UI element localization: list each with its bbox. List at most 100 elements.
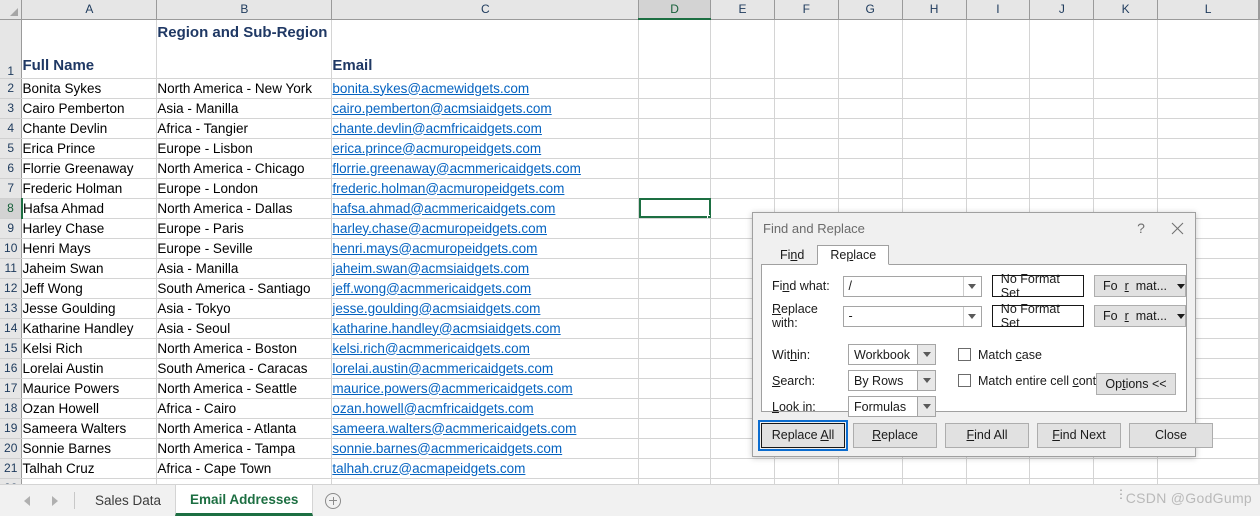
cell-J7[interactable] bbox=[1029, 178, 1095, 199]
cell-C16[interactable]: lorelai.austin@acmmericaidgets.com bbox=[331, 358, 640, 379]
cell-D10[interactable] bbox=[638, 238, 712, 259]
cell-G6[interactable] bbox=[838, 158, 903, 179]
cell-D20[interactable] bbox=[638, 438, 712, 459]
cell-F5[interactable] bbox=[774, 138, 839, 159]
cell-A15[interactable]: Kelsi Rich bbox=[21, 338, 158, 359]
cell-D1[interactable] bbox=[638, 19, 712, 79]
triangle-right-icon[interactable] bbox=[52, 495, 58, 506]
email-link[interactable]: frederic.holman@acmuropeidgets.com bbox=[332, 181, 564, 196]
cell-B18[interactable]: Africa - Cairo bbox=[156, 398, 333, 419]
email-link[interactable]: harley.chase@acmuropeidgets.com bbox=[332, 221, 547, 236]
row-header-10[interactable]: 10 bbox=[0, 238, 23, 259]
cell-C13[interactable]: jesse.goulding@acmsiaidgets.com bbox=[331, 298, 640, 319]
cell-E7[interactable] bbox=[710, 178, 775, 199]
cell-K6[interactable] bbox=[1093, 158, 1159, 179]
cell-B7[interactable]: Europe - London bbox=[156, 178, 333, 199]
options-button[interactable]: Options << bbox=[1096, 373, 1176, 395]
cell-L6[interactable] bbox=[1157, 158, 1259, 179]
cell-D7[interactable] bbox=[638, 178, 712, 199]
cell-A20[interactable]: Sonnie Barnes bbox=[21, 438, 158, 459]
row-header-11[interactable]: 11 bbox=[0, 258, 23, 279]
cell-A2[interactable]: Bonita Sykes bbox=[21, 78, 158, 99]
cell-B17[interactable]: North America - Seattle bbox=[156, 378, 333, 399]
email-link[interactable]: sonnie.barnes@acmmericaidgets.com bbox=[332, 441, 562, 456]
cell-A8[interactable]: Hafsa Ahmad bbox=[21, 198, 158, 219]
email-link[interactable]: talhah.cruz@acmapeidgets.com bbox=[332, 461, 525, 476]
cell-D12[interactable] bbox=[638, 278, 712, 299]
cell-C5[interactable]: erica.prince@acmuropeidgets.com bbox=[331, 138, 640, 159]
column-header-c[interactable]: C bbox=[331, 0, 640, 20]
row-header-3[interactable]: 3 bbox=[0, 98, 23, 119]
row-header-12[interactable]: 12 bbox=[0, 278, 23, 299]
cell-D13[interactable] bbox=[638, 298, 712, 319]
email-link[interactable]: henri.mays@acmuropeidgets.com bbox=[332, 241, 537, 256]
find-all-button[interactable]: Find All bbox=[945, 422, 1029, 448]
email-link[interactable]: hafsa.ahmad@acmmericaidgets.com bbox=[332, 201, 555, 216]
find-next-button[interactable]: Find Next bbox=[1037, 422, 1121, 448]
email-link[interactable]: jesse.goulding@acmsiaidgets.com bbox=[332, 301, 540, 316]
chevron-down-icon[interactable] bbox=[962, 306, 981, 326]
row-header-14[interactable]: 14 bbox=[0, 318, 23, 339]
cell-B19[interactable]: North America - Atlanta bbox=[156, 418, 333, 439]
chevron-down-icon[interactable] bbox=[917, 345, 935, 364]
cell-K1[interactable] bbox=[1093, 19, 1159, 79]
column-header-e[interactable]: E bbox=[710, 0, 775, 20]
cell-C21[interactable]: talhah.cruz@acmapeidgets.com bbox=[331, 458, 640, 479]
replace-all-button[interactable]: Replace All bbox=[758, 419, 848, 451]
cell-B6[interactable]: North America - Chicago bbox=[156, 158, 333, 179]
column-header-i[interactable]: I bbox=[966, 0, 1031, 20]
close-button[interactable]: Close bbox=[1129, 422, 1213, 448]
cell-E3[interactable] bbox=[710, 98, 775, 119]
cell-C15[interactable]: kelsi.rich@acmmericaidgets.com bbox=[331, 338, 640, 359]
cell-D16[interactable] bbox=[638, 358, 712, 379]
cell-B2[interactable]: North America - New York bbox=[156, 78, 333, 99]
cell-A16[interactable]: Lorelai Austin bbox=[21, 358, 158, 379]
row-header-20[interactable]: 20 bbox=[0, 438, 23, 459]
format-button-find[interactable]: Fo r mat... bbox=[1094, 275, 1186, 297]
row-header-21[interactable]: 21 bbox=[0, 458, 23, 479]
cell-D8[interactable] bbox=[638, 198, 712, 219]
row-header-5[interactable]: 5 bbox=[0, 138, 23, 159]
fill-handle[interactable] bbox=[707, 214, 710, 217]
cell-A11[interactable]: Jaheim Swan bbox=[21, 258, 158, 279]
row-header-6[interactable]: 6 bbox=[0, 158, 23, 179]
cell-G1[interactable] bbox=[838, 19, 903, 79]
cell-F3[interactable] bbox=[774, 98, 839, 119]
cell-C6[interactable]: florrie.greenaway@acmmericaidgets.com bbox=[331, 158, 640, 179]
cell-L5[interactable] bbox=[1157, 138, 1259, 159]
cell-C8[interactable]: hafsa.ahmad@acmmericaidgets.com bbox=[331, 198, 640, 219]
cell-C4[interactable]: chante.devlin@acmfricaidgets.com bbox=[331, 118, 640, 139]
cell-J3[interactable] bbox=[1029, 98, 1095, 119]
row-header-7[interactable]: 7 bbox=[0, 178, 23, 199]
row-header-2[interactable]: 2 bbox=[0, 78, 23, 99]
cell-G7[interactable] bbox=[838, 178, 903, 199]
dialog-title-bar[interactable]: Find and Replace ? bbox=[753, 213, 1195, 243]
cell-F21[interactable] bbox=[774, 458, 839, 479]
cell-J21[interactable] bbox=[1029, 458, 1095, 479]
cell-A17[interactable]: Maurice Powers bbox=[21, 378, 158, 399]
column-header-l[interactable]: L bbox=[1157, 0, 1259, 20]
cell-I4[interactable] bbox=[966, 118, 1031, 139]
cell-B15[interactable]: North America - Boston bbox=[156, 338, 333, 359]
cell-I6[interactable] bbox=[966, 158, 1031, 179]
cell-C12[interactable]: jeff.wong@acmmericaidgets.com bbox=[331, 278, 640, 299]
row-header-8[interactable]: 8 bbox=[0, 198, 23, 219]
add-sheet-button[interactable] bbox=[313, 485, 353, 516]
cell-L1[interactable] bbox=[1157, 19, 1259, 79]
replace-with-input[interactable]: - bbox=[842, 305, 982, 327]
cell-D14[interactable] bbox=[638, 318, 712, 339]
row-header-9[interactable]: 9 bbox=[0, 218, 23, 239]
cell-B12[interactable]: South America - Santiago bbox=[156, 278, 333, 299]
row-header-16[interactable]: 16 bbox=[0, 358, 23, 379]
cell-B20[interactable]: North America - Tampa bbox=[156, 438, 333, 459]
cell-K4[interactable] bbox=[1093, 118, 1159, 139]
cell-B8[interactable]: North America - Dallas bbox=[156, 198, 333, 219]
match-case-checkbox[interactable]: Match case bbox=[958, 348, 1042, 362]
cell-C11[interactable]: jaheim.swan@acmsiaidgets.com bbox=[331, 258, 640, 279]
cell-L3[interactable] bbox=[1157, 98, 1259, 119]
cell-C14[interactable]: katharine.handley@acmsiaidgets.com bbox=[331, 318, 640, 339]
cell-B13[interactable]: Asia - Tokyo bbox=[156, 298, 333, 319]
cell-C7[interactable]: frederic.holman@acmuropeidgets.com bbox=[331, 178, 640, 199]
cell-E6[interactable] bbox=[710, 158, 775, 179]
cell-G3[interactable] bbox=[838, 98, 903, 119]
